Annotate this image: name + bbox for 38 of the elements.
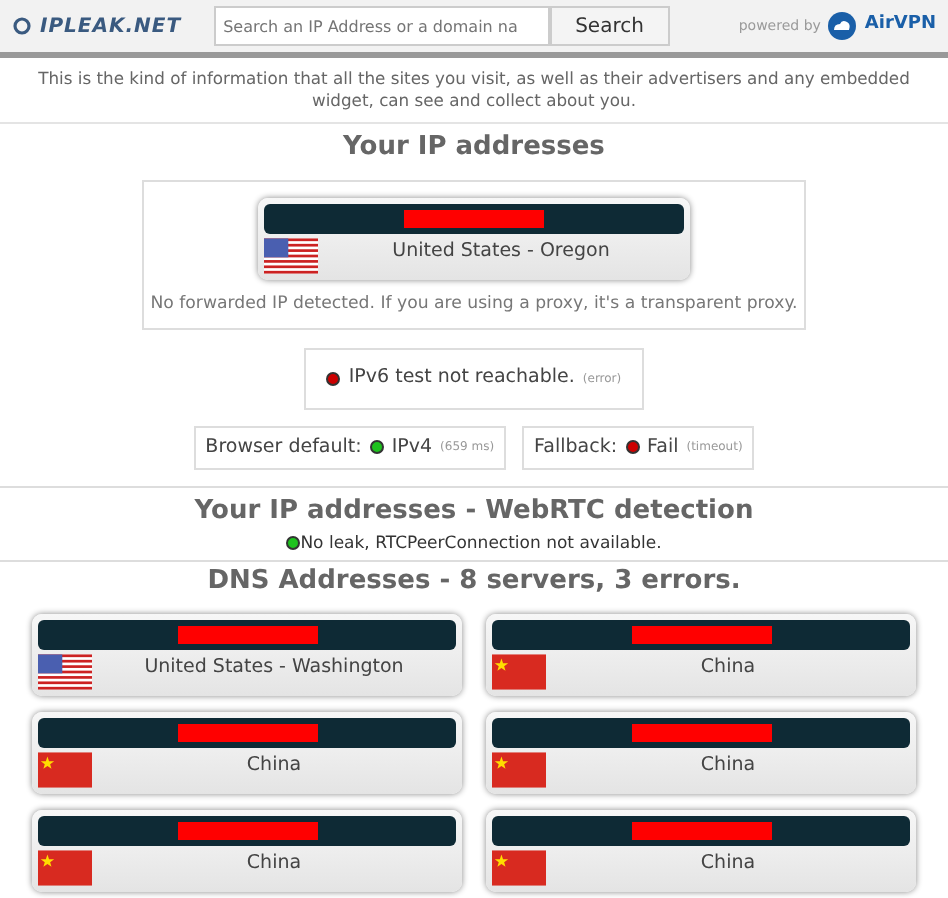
section-title: DNS Addresses - 8 servers, 3 errors.: [205, 566, 743, 598]
redaction-bar: [177, 625, 317, 644]
search-button[interactable]: Search: [549, 6, 670, 46]
test-value: Fail: [647, 433, 679, 462]
cloud-logo-icon: [828, 12, 857, 40]
test-label: Fallback:: [534, 433, 618, 462]
china-flag-icon: [38, 849, 92, 886]
intro-text: This is the kind of information that all the sites you visit, as well as their advertisers and any embedded widget, can see and collect about you.: [0, 58, 948, 124]
location-text: China: [244, 751, 304, 780]
china-flag-icon: [492, 653, 546, 690]
redaction-bar: [177, 723, 317, 742]
test-value: IPv4: [391, 433, 433, 462]
logo-icon: [12, 16, 32, 36]
us-flag-icon: [38, 653, 92, 690]
test-label: Browser default:: [205, 433, 362, 462]
location-text: China: [698, 751, 758, 780]
status-text: IPv6 test not reachable.: [348, 364, 575, 393]
location-text: China: [698, 653, 758, 682]
china-flag-icon: [492, 751, 546, 788]
location-text: China: [698, 849, 758, 878]
redaction-bar: [404, 209, 544, 228]
location-text: United States - Oregon: [390, 237, 612, 266]
sponsor-link[interactable]: AirVPN: [864, 12, 936, 40]
section-title: Your IP addresses: [341, 132, 607, 164]
status-text: No leak, RTCPeerConnection not available.: [300, 531, 662, 557]
search-field[interactable]: Search an IP Address or a domain na: [213, 6, 550, 46]
us-flag-icon: [264, 237, 318, 274]
china-flag-icon: [492, 849, 546, 886]
redaction-bar: [631, 625, 771, 644]
redaction-bar: [177, 821, 317, 840]
location-text: United States - Washington: [142, 653, 406, 682]
location-text: China: [244, 849, 304, 878]
china-flag-icon: [38, 751, 92, 788]
logo-text[interactable]: IPLEAK.NET: [40, 11, 182, 41]
note-text: No forwarded IP detected. If you are using a proxy, it's a transparent proxy.: [148, 291, 800, 317]
redaction-bar: [631, 723, 771, 742]
redaction-bar: [631, 821, 771, 840]
section-title: Your IP addresses - WebRTC detection: [192, 495, 756, 528]
